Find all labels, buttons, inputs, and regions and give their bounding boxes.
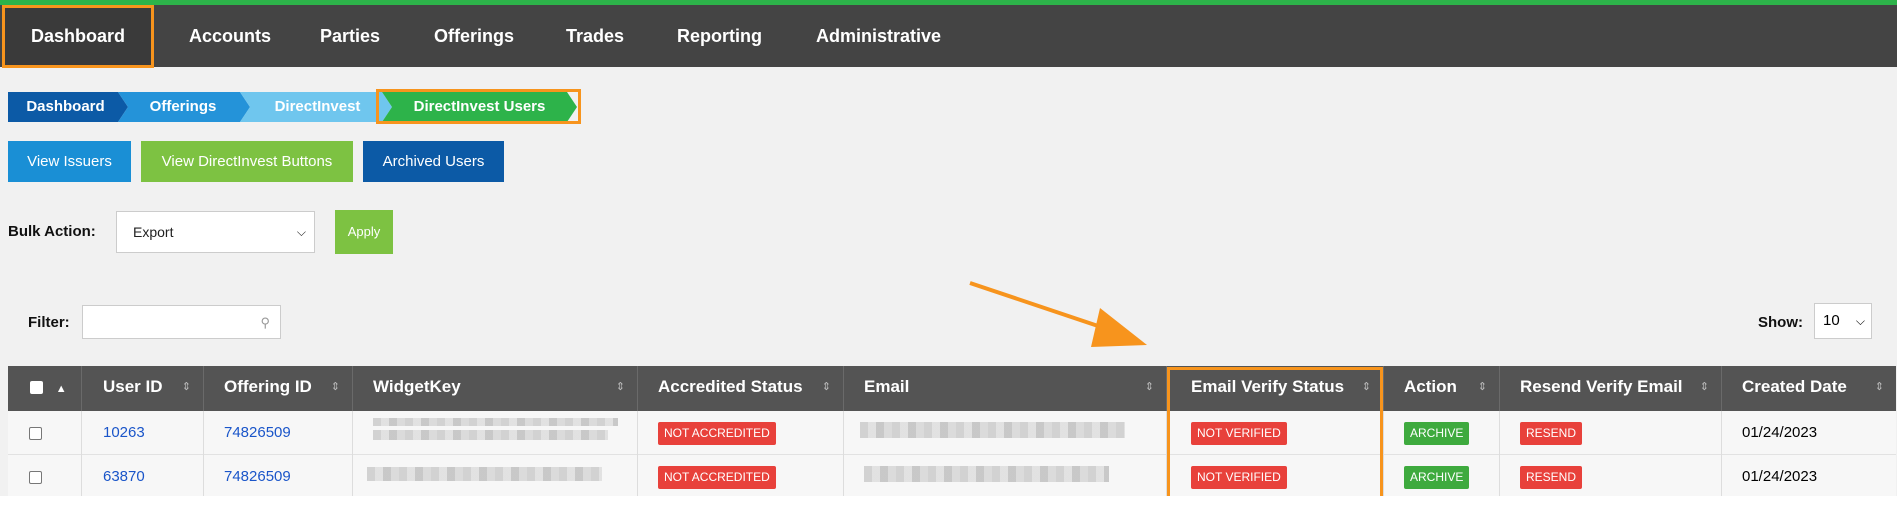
user-id-link[interactable]: 10263 xyxy=(103,424,145,441)
nav-accounts[interactable]: Accounts xyxy=(189,5,271,67)
breadcrumb-highlight xyxy=(376,89,581,124)
email-verify-highlight xyxy=(1167,367,1383,511)
row-checkbox-cell xyxy=(8,455,82,499)
header-user-id[interactable]: User ID ⇕ xyxy=(82,366,204,411)
nav-offerings[interactable]: Offerings xyxy=(434,5,514,67)
sort-icon: ⇕ xyxy=(615,381,625,393)
header-created-date[interactable]: Created Date ⇕ xyxy=(1722,366,1896,411)
accredited-cell: NOT ACCREDITED xyxy=(638,411,844,455)
header-action[interactable]: Action ⇕ xyxy=(1384,366,1500,411)
row-checkbox[interactable] xyxy=(29,426,42,440)
user-id-cell: 63870 xyxy=(82,455,204,499)
resend-button[interactable]: RESEND xyxy=(1520,421,1583,445)
bulk-action-label: Bulk Action: xyxy=(8,223,96,240)
sort-icon: ⇕ xyxy=(181,381,191,393)
sort-icon: ⇕ xyxy=(1144,381,1154,393)
annotation-arrow xyxy=(969,281,1147,347)
not-accredited-badge: NOT ACCREDITED xyxy=(658,465,776,489)
offering-id-link[interactable]: 74826509 xyxy=(224,424,291,441)
resend-cell: RESEND xyxy=(1500,455,1722,499)
nav-reporting[interactable]: Reporting xyxy=(677,5,762,67)
user-id-link[interactable]: 63870 xyxy=(103,468,145,485)
row-checkbox-cell xyxy=(8,411,82,455)
resend-cell: RESEND xyxy=(1500,411,1722,455)
page-bottom xyxy=(0,496,1897,513)
chevron-down-icon: ⌵ xyxy=(296,225,306,239)
accredited-cell: NOT ACCREDITED xyxy=(638,455,844,499)
widgetkey-cell xyxy=(353,455,638,499)
archive-button[interactable]: ARCHIVE xyxy=(1404,465,1470,489)
created-date-cell: 01/24/2023 xyxy=(1742,468,1818,485)
nav-dashboard[interactable]: Dashboard xyxy=(2,5,154,68)
select-all-checkbox[interactable] xyxy=(30,381,43,395)
created-date-cell: 01/24/2023 xyxy=(1742,424,1818,441)
bulk-action-value: Export xyxy=(133,224,174,240)
archive-button[interactable]: ARCHIVE xyxy=(1404,421,1470,445)
redacted-email xyxy=(864,466,1109,482)
email-cell xyxy=(844,411,1167,455)
redacted-widgetkey xyxy=(367,467,602,481)
header-email[interactable]: Email ⇕ xyxy=(844,366,1167,411)
widgetkey-cell xyxy=(353,411,638,455)
filter-input[interactable]: ⚲ xyxy=(82,305,281,339)
show-select[interactable]: 10 ⌵ xyxy=(1814,303,1872,339)
nav-trades[interactable]: Trades xyxy=(566,5,624,67)
table-header: ▲ User ID ⇕ Offering ID ⇕ WidgetKey ⇕ Accre… xyxy=(8,366,1896,411)
redacted-email xyxy=(860,422,1125,438)
header-accredited-status[interactable]: Accredited Status ⇕ xyxy=(638,366,844,411)
sort-asc-icon: ▲ xyxy=(55,383,67,395)
chevron-down-icon: ⌵ xyxy=(1855,314,1865,328)
nav-administrative[interactable]: Administrative xyxy=(816,5,941,67)
user-id-cell: 10263 xyxy=(82,411,204,455)
show-value: 10 xyxy=(1823,312,1840,329)
breadcrumb-dashboard[interactable]: Dashboard xyxy=(8,92,128,122)
sort-icon: ⇕ xyxy=(1874,381,1884,393)
table-row: 63870 74826509 NOT ACCREDITED NOT VERIFI… xyxy=(8,455,1896,499)
breadcrumb-offerings[interactable]: Offerings xyxy=(118,92,250,122)
header-resend-verify-email[interactable]: Resend Verify Email ⇕ xyxy=(1500,366,1722,411)
offering-id-link[interactable]: 74826509 xyxy=(224,468,291,485)
header-offering-id[interactable]: Offering ID ⇕ xyxy=(204,366,353,411)
show-label: Show: xyxy=(1758,314,1803,331)
sort-icon: ⇕ xyxy=(330,381,340,393)
not-accredited-badge: NOT ACCREDITED xyxy=(658,421,776,445)
redacted-widgetkey xyxy=(373,430,608,440)
top-nav: Dashboard Accounts Parties Offerings Tra… xyxy=(0,0,1897,68)
sort-icon: ⇕ xyxy=(1699,381,1709,393)
sort-icon: ⇕ xyxy=(1477,381,1487,393)
email-cell xyxy=(844,455,1167,499)
table-row: 10263 74826509 NOT ACCREDITED NOT VERIFI… xyxy=(8,411,1896,455)
bulk-action-select[interactable]: Export ⌵ xyxy=(116,211,315,253)
header-widgetkey[interactable]: WidgetKey ⇕ xyxy=(353,366,638,411)
archived-users-button[interactable]: Archived Users xyxy=(363,141,504,182)
offering-id-cell: 74826509 xyxy=(204,455,353,499)
breadcrumb-directinvest[interactable]: DirectInvest xyxy=(240,92,395,122)
view-issuers-button[interactable]: View Issuers xyxy=(8,141,131,182)
action-cell: ARCHIVE xyxy=(1384,455,1500,499)
apply-button[interactable]: Apply xyxy=(335,210,393,254)
row-checkbox[interactable] xyxy=(29,470,42,484)
view-directinvest-buttons-button[interactable]: View DirectInvest Buttons xyxy=(141,141,353,182)
redacted-widgetkey xyxy=(373,418,618,426)
sort-icon: ⇕ xyxy=(821,381,831,393)
nav-parties[interactable]: Parties xyxy=(320,5,380,67)
filter-label: Filter: xyxy=(28,314,70,331)
search-icon: ⚲ xyxy=(260,315,270,330)
select-all-header[interactable]: ▲ xyxy=(8,366,82,411)
action-cell: ARCHIVE xyxy=(1384,411,1500,455)
resend-button[interactable]: RESEND xyxy=(1520,465,1583,489)
offering-id-cell: 74826509 xyxy=(204,411,353,455)
